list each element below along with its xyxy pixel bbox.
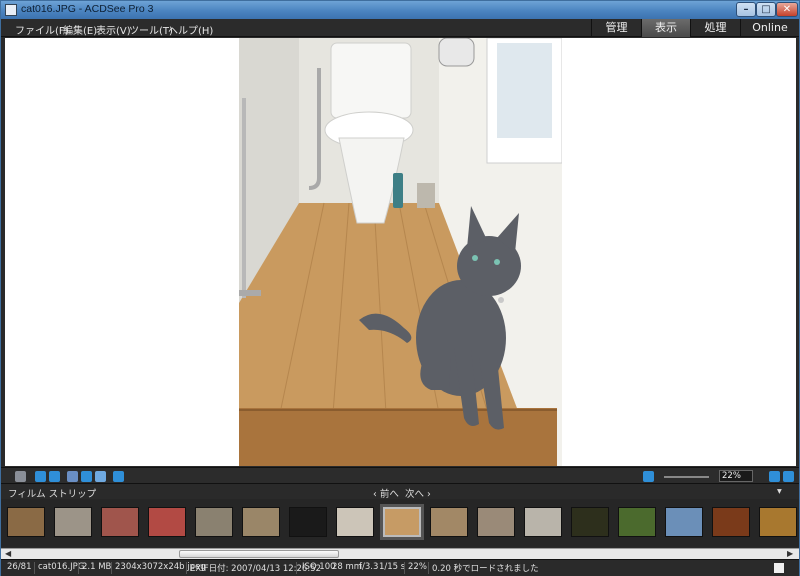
- thumbnail[interactable]: [618, 507, 656, 537]
- save-icon[interactable]: [35, 471, 46, 482]
- mode-online-tab[interactable]: Online: [740, 19, 799, 37]
- zoom-field[interactable]: 22%: [719, 470, 753, 482]
- mode-manage-tab[interactable]: 管理: [591, 19, 641, 37]
- status-zoom: 22%: [408, 562, 427, 572]
- expand-icon[interactable]: [783, 471, 794, 482]
- panel-icon[interactable]: [769, 471, 780, 482]
- previous-button[interactable]: ‹ 前へ: [373, 486, 399, 500]
- scroll-right-icon[interactable]: ▶: [787, 549, 793, 558]
- divider: [111, 562, 112, 574]
- thumbnail[interactable]: [336, 507, 374, 537]
- status-filesize: 2.1 MB: [82, 562, 112, 572]
- thumbnail-selected[interactable]: [380, 504, 424, 540]
- status-indicator: [774, 563, 784, 573]
- thumbnail[interactable]: [195, 507, 233, 537]
- thumbnail[interactable]: [571, 507, 609, 537]
- thumbnail[interactable]: [54, 507, 92, 537]
- status-focal-length: 28 mm: [332, 562, 363, 572]
- thumbnail[interactable]: [759, 507, 797, 537]
- maximize-icon: □: [761, 4, 771, 15]
- title-bar[interactable]: cat016.JPG - ACDSee Pro 3 – □ ✕: [1, 1, 799, 19]
- window-title: cat016.JPG - ACDSee Pro 3: [21, 3, 154, 15]
- divider: [404, 562, 405, 574]
- menu-view[interactable]: 表示(V): [96, 22, 131, 37]
- zoom-tool-icon[interactable]: [95, 471, 106, 482]
- status-position: 26/81: [7, 562, 32, 572]
- print-icon[interactable]: [15, 471, 26, 482]
- photo-cat-in-restroom: [239, 38, 562, 466]
- menu-edit[interactable]: 編集(E): [63, 22, 97, 37]
- thumbnail[interactable]: [477, 507, 515, 537]
- status-shutter: 1/15 s: [379, 562, 406, 572]
- thumbnail[interactable]: [430, 507, 468, 537]
- thumbnail[interactable]: [665, 507, 703, 537]
- menu-help[interactable]: ヘルプ(H): [168, 22, 213, 37]
- close-icon: ✕: [782, 4, 792, 15]
- thumbnail[interactable]: [242, 507, 280, 537]
- filmstrip-label: フィルム ストリップ: [8, 489, 97, 500]
- select-tool-icon[interactable]: [81, 471, 92, 482]
- next-button[interactable]: 次へ ›: [405, 486, 431, 500]
- divider: [78, 562, 79, 574]
- thumbnail[interactable]: [101, 507, 139, 537]
- copy-icon[interactable]: [49, 471, 60, 482]
- status-aperture: f/3.3: [359, 562, 379, 572]
- close-button[interactable]: ✕: [776, 2, 798, 17]
- menu-bar: ファイル(F) 編集(E) 表示(V) ツール(T) ヘルプ(H) 管理 表示 …: [1, 19, 799, 37]
- image-viewer[interactable]: [5, 38, 796, 466]
- thumbnail[interactable]: [148, 507, 186, 537]
- divider: [186, 562, 187, 574]
- divider: [296, 562, 297, 574]
- thumbnail[interactable]: [712, 507, 750, 537]
- app-icon: [5, 4, 17, 16]
- app-window: cat016.JPG - ACDSee Pro 3 – □ ✕ ファイル(F) …: [0, 0, 800, 576]
- minimize-icon: –: [743, 4, 749, 15]
- status-iso: ISO 100: [302, 562, 336, 572]
- filmstrip-scrollbar[interactable]: ◀ ▶: [1, 548, 799, 559]
- collapse-icon[interactable]: ▾: [777, 486, 782, 497]
- scrollbar-thumb[interactable]: [179, 550, 339, 558]
- status-load-time: 0.20 秒でロードされました: [432, 564, 539, 574]
- menu-file[interactable]: ファイル(F): [15, 22, 69, 37]
- fit-image-icon[interactable]: [643, 471, 654, 482]
- filmstrip: [1, 499, 799, 547]
- photo-illustration: [239, 38, 562, 466]
- divider: [428, 562, 429, 574]
- thumbnail[interactable]: [289, 507, 327, 537]
- minimize-button[interactable]: –: [736, 2, 756, 17]
- filmstrip-header: フィルム ストリップ ‹ 前へ 次へ › ▾: [1, 485, 799, 500]
- mode-process-tab[interactable]: 処理: [690, 19, 740, 37]
- fullscreen-icon[interactable]: [113, 471, 124, 482]
- status-bar: 26/81 cat016.JPG 2.1 MB 2304x3072x24b jp…: [1, 559, 799, 576]
- mode-view-tab[interactable]: 表示: [641, 19, 690, 37]
- viewer-toolbar: 22%: [1, 467, 799, 484]
- thumbnail[interactable]: [7, 507, 45, 537]
- menu-tools[interactable]: ツール(T): [129, 22, 173, 37]
- maximize-button[interactable]: □: [756, 2, 776, 17]
- scroll-left-icon[interactable]: ◀: [5, 549, 11, 558]
- zoom-slider[interactable]: [664, 476, 709, 478]
- divider: [34, 562, 35, 574]
- hand-tool-icon[interactable]: [67, 471, 78, 482]
- thumbnail[interactable]: [524, 507, 562, 537]
